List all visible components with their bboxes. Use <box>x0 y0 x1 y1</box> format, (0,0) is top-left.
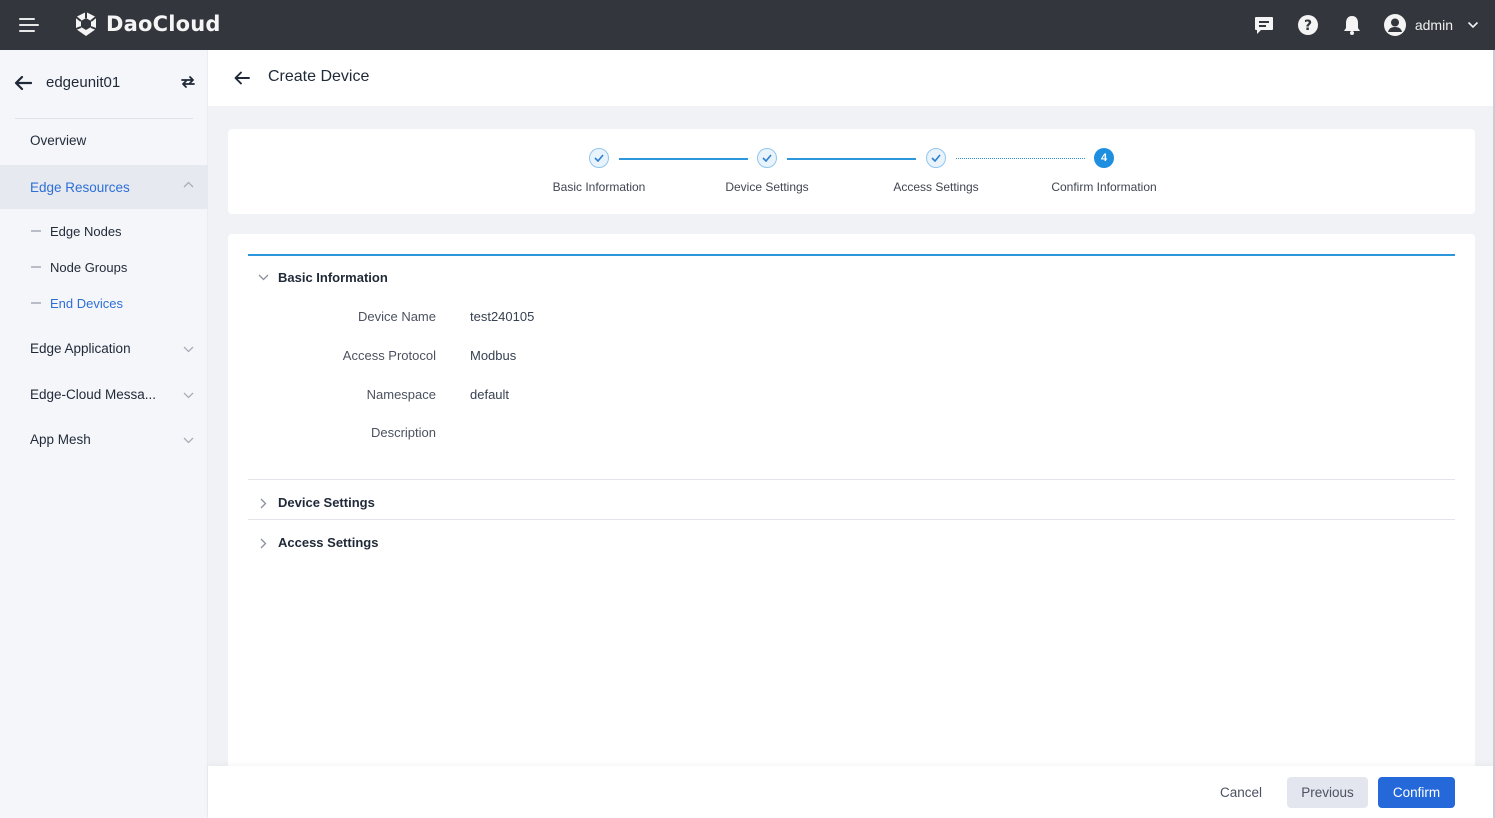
section-title: Device Settings <box>278 495 375 510</box>
user-name: admin <box>1414 17 1453 33</box>
chevron-right-icon <box>260 498 267 509</box>
sidebar: edgeunit01 Overview Edge Resources Edge … <box>0 50 208 818</box>
sidebar-item-label: Node Groups <box>50 259 128 275</box>
sidebar-item-label: Edge-Cloud Messa... <box>30 386 157 402</box>
step-label: Device Settings <box>725 180 809 194</box>
field-description: Description <box>248 425 848 445</box>
section-device-settings[interactable]: Device Settings <box>248 483 1455 523</box>
field-label: Access Protocol <box>342 348 436 363</box>
brand-name: DaoCloud <box>106 12 221 36</box>
sidebar-item-label: Edge Nodes <box>50 223 122 239</box>
field-label: Description <box>370 425 436 440</box>
section-divider <box>248 479 1455 480</box>
dash-icon <box>31 266 41 268</box>
chevron-up-icon <box>183 181 194 188</box>
check-icon <box>926 148 946 168</box>
menu-icon[interactable] <box>19 17 39 33</box>
logo-icon <box>75 12 97 36</box>
footer-actions: Cancel Previous Confirm <box>208 766 1495 818</box>
step-label: Access Settings <box>893 180 979 194</box>
sidebar-item-edge-cloud-messaging[interactable]: Edge-Cloud Messa... <box>0 372 208 416</box>
cancel-button[interactable]: Cancel <box>1210 777 1272 808</box>
accent-line <box>248 254 1455 256</box>
field-namespace: Namespace default <box>248 387 848 407</box>
back-arrow-icon[interactable] <box>14 75 32 91</box>
confirm-button[interactable]: Confirm <box>1378 777 1455 808</box>
chevron-down-icon <box>1467 21 1479 29</box>
page-header: Create Device <box>208 50 1495 106</box>
check-icon <box>589 148 609 168</box>
cluster-name: edgeunit01 <box>46 74 121 91</box>
field-value: test240105 <box>470 309 535 324</box>
message-icon[interactable] <box>1253 14 1275 36</box>
user-menu[interactable]: admin <box>1383 13 1495 37</box>
previous-button[interactable]: Previous <box>1287 777 1368 808</box>
field-device-name: Device Name test240105 <box>248 309 848 329</box>
sidebar-item-label: Edge Application <box>30 340 131 356</box>
chevron-right-icon <box>260 538 267 549</box>
check-icon <box>757 148 777 168</box>
field-label: Device Name <box>357 309 436 324</box>
help-icon[interactable]: ? <box>1297 14 1319 36</box>
chevron-down-icon <box>183 437 194 444</box>
step-connector <box>787 158 916 160</box>
logo[interactable]: DaoCloud <box>72 10 221 38</box>
wizard-steps: Basic Information Device Settings Access… <box>228 129 1475 214</box>
sidebar-item-label: Overview <box>30 132 87 148</box>
dash-icon <box>31 302 41 304</box>
field-value: Modbus <box>470 348 517 363</box>
bell-icon[interactable] <box>1341 14 1363 36</box>
user-avatar-icon <box>1383 14 1406 36</box>
chevron-down-icon <box>183 392 194 399</box>
top-navigation-bar: DaoCloud ? admin <box>0 0 1495 50</box>
section-access-settings[interactable]: Access Settings <box>248 523 1455 563</box>
section-title: Access Settings <box>278 535 379 550</box>
sidebar-subitem-edge-nodes[interactable]: Edge Nodes <box>0 215 208 247</box>
section-basic-information[interactable]: Basic Information <box>248 258 1455 298</box>
field-access-protocol: Access Protocol Modbus <box>248 348 848 368</box>
step-label: Confirm Information <box>1051 180 1157 194</box>
sidebar-item-edge-resources[interactable]: Edge Resources <box>0 165 208 209</box>
step-connector <box>956 158 1085 159</box>
confirm-information-panel: Basic Information Device Name test240105… <box>228 234 1475 774</box>
dash-icon <box>31 230 41 232</box>
step-connector <box>619 158 748 160</box>
sidebar-item-label: Edge Resources <box>30 179 130 195</box>
field-value: default <box>470 387 510 402</box>
step-number: 4 <box>1094 148 1114 168</box>
field-label: Namespace <box>366 387 436 402</box>
back-arrow-icon[interactable] <box>234 71 250 85</box>
sidebar-item-overview[interactable]: Overview <box>0 118 208 162</box>
sidebar-subitem-node-groups[interactable]: Node Groups <box>0 251 208 283</box>
chevron-down-icon <box>258 274 269 281</box>
section-divider <box>248 519 1455 520</box>
sidebar-item-label: End Devices <box>50 295 123 311</box>
section-title: Basic Information <box>278 270 388 285</box>
sidebar-item-app-mesh[interactable]: App Mesh <box>0 417 208 461</box>
switch-icon[interactable] <box>180 75 196 89</box>
step-label: Basic Information <box>552 180 646 194</box>
sidebar-item-edge-application[interactable]: Edge Application <box>0 326 208 370</box>
page-title: Create Device <box>268 68 370 85</box>
sidebar-subitem-end-devices[interactable]: End Devices <box>0 287 208 319</box>
sidebar-item-label: App Mesh <box>30 431 91 447</box>
svg-text:?: ? <box>1304 18 1312 34</box>
chevron-down-icon <box>183 346 194 353</box>
